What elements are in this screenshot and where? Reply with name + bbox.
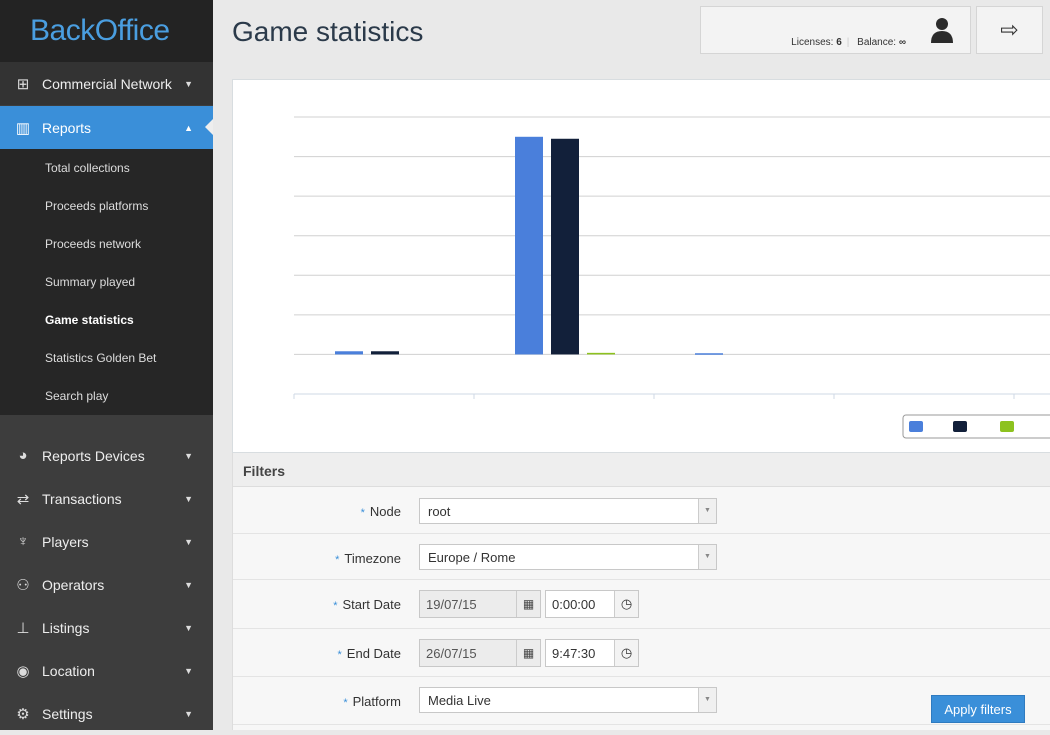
sidebar-item-label: Settings <box>42 705 93 722</box>
bar-chart-icon: ▥ <box>15 119 31 137</box>
users-icon: ⚇ <box>16 576 30 594</box>
submenu-total-collections[interactable]: Total collections <box>45 161 130 175</box>
node-row: * Node root ▼ <box>233 487 1050 534</box>
submenu-game-statistics[interactable]: Game statistics <box>45 313 134 327</box>
balance-value: ∞ <box>898 37 906 48</box>
filters-panel: Filters * Node root ▼ * Timezone Europe / R… <box>232 453 1050 730</box>
end-time-input[interactable]: 9:47:30 ◷ <box>545 639 639 667</box>
sidebar-item-label: Operators <box>42 576 105 593</box>
end-date-input[interactable]: 26/07/15 ▦ <box>419 639 541 667</box>
submenu-proceeds-platforms[interactable]: Proceeds platforms <box>45 199 148 213</box>
start-date-label: * Start Date <box>333 597 401 612</box>
sidebar-item-label: Reports <box>42 119 92 136</box>
sidebar: BackOffice ⊞ Commercial Network ▼ ▥ Repo… <box>0 0 213 730</box>
licenses-label: Licenses: <box>791 37 834 48</box>
sidebar-item-commercial-network[interactable]: ⊞ Commercial Network ▼ <box>0 62 213 105</box>
chevron-down-icon: ▼ <box>184 493 193 504</box>
sidebar-item-label: Location <box>42 662 95 679</box>
sitemap-icon: ⊞ <box>16 75 30 93</box>
platform-row: * Platform Media Live ▼ <box>233 677 1050 725</box>
end-date-row: * End Date 26/07/15 ▦ 9:47:30 ◷ <box>233 629 1050 677</box>
trophy-icon: ♆ <box>17 533 29 550</box>
sidebar-item-label: Transactions <box>42 490 122 507</box>
sidebar-item-settings[interactable]: ⚙ Settings ▼ <box>0 692 213 735</box>
legend-swatch <box>1000 421 1014 432</box>
sidebar-item-label: Players <box>42 533 89 550</box>
chevron-down-icon: ▼ <box>184 78 193 89</box>
sidebar-item-label: Listings <box>42 619 90 636</box>
sidebar-item-label: Reports Devices <box>42 447 145 464</box>
submenu-proceeds-network[interactable]: Proceeds network <box>45 237 141 251</box>
platform-select[interactable]: Media Live ▼ <box>419 687 717 713</box>
account-info: Licenses: 6 | Balance: ∞ <box>791 37 906 48</box>
bar <box>587 352 615 355</box>
chevron-down-icon: ▼ <box>184 450 193 461</box>
apply-filters-button[interactable]: Apply filters <box>931 695 1025 723</box>
chevron-down-icon: ▼ <box>698 499 716 523</box>
bar <box>335 351 363 355</box>
globe-icon: ◉ <box>16 662 30 680</box>
sidebar-item-players[interactable]: ♆ Players ▼ <box>0 520 213 563</box>
platform-label: * Platform <box>343 694 401 709</box>
sidebar-item-reports[interactable]: ▥ Reports ▲ <box>0 106 213 149</box>
submenu-statistics-golden-bet[interactable]: Statistics Golden Bet <box>45 351 156 365</box>
bar <box>515 136 543 355</box>
clock-icon: ◷ <box>614 640 638 666</box>
sidebar-item-transactions[interactable]: ⇄ Transactions ▼ <box>0 477 213 520</box>
chart-panel <box>232 79 1050 453</box>
pushpin-icon: ⊥ <box>16 619 30 637</box>
calendar-icon: ▦ <box>516 640 540 666</box>
chevron-down-icon: ▼ <box>184 536 193 547</box>
chevron-up-icon: ▲ <box>184 122 193 133</box>
chevron-down-icon: ▼ <box>698 545 716 569</box>
bar <box>371 351 399 355</box>
licenses-value: 6 <box>836 37 842 48</box>
bar-chart <box>293 116 1050 439</box>
legend <box>902 414 1050 439</box>
clock-icon: ◷ <box>614 591 638 617</box>
page-title: Game statistics <box>232 16 424 47</box>
logout-button[interactable]: ⇨ <box>976 6 1043 54</box>
sign-out-icon: ⇨ <box>1000 17 1019 42</box>
bar <box>695 353 723 355</box>
chevron-down-icon: ▼ <box>184 665 193 676</box>
legend-swatch <box>953 421 967 432</box>
submenu-summary-played[interactable]: Summary played <box>45 275 135 289</box>
filters-title: Filters <box>233 453 1050 487</box>
node-label: * Node <box>360 504 401 519</box>
start-date-row: * Start Date 19/07/15 ▦ 0:00:00 ◷ <box>233 580 1050 629</box>
chevron-down-icon: ▼ <box>184 622 193 633</box>
node-select[interactable]: root ▼ <box>419 498 717 524</box>
submenu-search-play[interactable]: Search play <box>45 389 108 403</box>
chevron-down-icon: ▼ <box>184 708 193 719</box>
gear-icon: ⚙ <box>16 705 30 723</box>
legend-swatch <box>909 421 923 432</box>
end-date-label: * End Date <box>337 646 401 661</box>
timezone-row: * Timezone Europe / Rome ▼ <box>233 534 1050 580</box>
sidebar-item-reports-devices[interactable]: ◕ Reports Devices ▼ <box>0 434 213 477</box>
timezone-select[interactable]: Europe / Rome ▼ <box>419 544 717 570</box>
sidebar-item-operators[interactable]: ⚇ Operators ▼ <box>0 563 213 606</box>
chevron-down-icon: ▼ <box>184 579 193 590</box>
start-time-input[interactable]: 0:00:00 ◷ <box>545 590 639 618</box>
balance-label: Balance: <box>857 37 897 48</box>
sidebar-item-location[interactable]: ◉ Location ▼ <box>0 649 213 692</box>
reports-submenu: Total collections Proceeds platforms Pro… <box>0 149 213 415</box>
calendar-icon: ▦ <box>516 591 540 617</box>
start-date-input[interactable]: 19/07/15 ▦ <box>419 590 541 618</box>
bar <box>551 138 579 355</box>
account-box[interactable]: Licenses: 6 | Balance: ∞ <box>700 6 971 54</box>
timezone-label: * Timezone <box>335 551 401 566</box>
logo: BackOffice <box>0 0 213 62</box>
user-icon[interactable] <box>930 17 954 43</box>
sidebar-item-listings[interactable]: ⊥ Listings ▼ <box>0 606 213 649</box>
dashboard-icon: ◕ <box>18 447 28 464</box>
chevron-down-icon: ▼ <box>698 688 716 712</box>
sidebar-item-label: Commercial Network <box>42 75 172 92</box>
exchange-icon: ⇄ <box>16 490 30 508</box>
